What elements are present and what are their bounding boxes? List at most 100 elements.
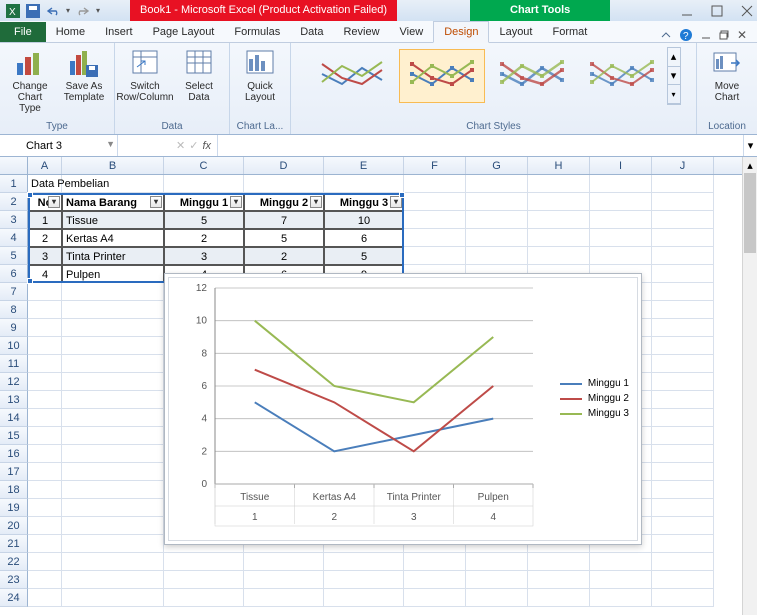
chart-style-1[interactable] [309, 49, 395, 103]
cell[interactable] [590, 589, 652, 607]
row-header[interactable]: 18 [0, 481, 28, 499]
cell[interactable] [404, 229, 466, 247]
cell[interactable]: 3 [164, 247, 244, 265]
tab-view[interactable]: View [390, 22, 434, 42]
cell[interactable] [466, 229, 528, 247]
cell[interactable] [404, 571, 466, 589]
cell[interactable]: 5 [244, 229, 324, 247]
chart-style-3[interactable] [489, 49, 575, 103]
cell[interactable] [652, 319, 714, 337]
cell[interactable]: 6 [324, 229, 404, 247]
col-G[interactable]: G [466, 157, 528, 174]
row-header[interactable]: 24 [0, 589, 28, 607]
cell[interactable] [28, 319, 62, 337]
cell[interactable] [652, 301, 714, 319]
row-header[interactable]: 3 [0, 211, 28, 229]
scroll-thumb[interactable] [744, 173, 756, 253]
cell[interactable] [244, 589, 324, 607]
help-icon[interactable]: ? [679, 28, 693, 42]
quick-layout-button[interactable]: QuickLayout [236, 47, 284, 103]
cell[interactable] [62, 409, 164, 427]
cell[interactable]: Minggu 3 [324, 193, 404, 211]
cell[interactable] [652, 373, 714, 391]
embedded-chart[interactable]: 024681012Tissue1Kertas A42Tinta Printer3… [164, 273, 642, 545]
cell[interactable] [528, 553, 590, 571]
cell[interactable] [62, 283, 164, 301]
scroll-up-icon[interactable]: ▴ [743, 157, 757, 173]
tab-review[interactable]: Review [333, 22, 389, 42]
cell[interactable] [590, 229, 652, 247]
cell[interactable] [652, 553, 714, 571]
cell[interactable] [528, 175, 590, 193]
cell[interactable] [62, 355, 164, 373]
col-E[interactable]: E [324, 157, 404, 174]
cell[interactable] [62, 319, 164, 337]
col-B[interactable]: B [62, 157, 164, 174]
cell[interactable] [528, 571, 590, 589]
cell[interactable]: 2 [164, 229, 244, 247]
fx-icon[interactable]: fx [202, 140, 211, 152]
cell[interactable] [324, 175, 404, 193]
name-box-input[interactable] [4, 140, 84, 152]
cell[interactable] [652, 337, 714, 355]
cell[interactable] [652, 229, 714, 247]
col-F[interactable]: F [404, 157, 466, 174]
row-header[interactable]: 7 [0, 283, 28, 301]
cell[interactable] [164, 589, 244, 607]
cell[interactable]: 10 [324, 211, 404, 229]
row-header[interactable]: 19 [0, 499, 28, 517]
cell[interactable] [404, 211, 466, 229]
cell[interactable] [652, 355, 714, 373]
cell[interactable] [62, 553, 164, 571]
cell[interactable] [28, 517, 62, 535]
row-header[interactable]: 15 [0, 427, 28, 445]
row-header[interactable]: 10 [0, 337, 28, 355]
filter-dropdown-icon[interactable] [230, 196, 242, 208]
cell[interactable] [404, 193, 466, 211]
formula-input[interactable] [222, 138, 739, 153]
row-header[interactable]: 20 [0, 517, 28, 535]
tab-format[interactable]: Format [542, 22, 597, 42]
close-icon[interactable] [741, 5, 753, 17]
cell[interactable]: 2 [244, 247, 324, 265]
cell[interactable] [590, 175, 652, 193]
cell[interactable]: 7 [244, 211, 324, 229]
tab-layout[interactable]: Layout [489, 22, 542, 42]
cell[interactable] [652, 535, 714, 553]
styles-more-icon[interactable]: ▾ [668, 85, 680, 104]
cell[interactable] [244, 571, 324, 589]
cell[interactable] [652, 445, 714, 463]
cell[interactable] [28, 535, 62, 553]
cell[interactable] [244, 175, 324, 193]
vertical-scrollbar[interactable]: ▴ [742, 157, 757, 615]
filter-dropdown-icon[interactable] [48, 196, 60, 208]
row-header[interactable]: 13 [0, 391, 28, 409]
expand-formula-bar-icon[interactable]: ▾ [743, 135, 757, 156]
cell[interactable]: Pulpen [62, 265, 164, 283]
cell[interactable] [404, 175, 466, 193]
cell[interactable] [62, 337, 164, 355]
window-restore-icon[interactable] [719, 30, 729, 40]
change-chart-type-button[interactable]: ChangeChart Type [6, 47, 54, 114]
cell[interactable] [528, 589, 590, 607]
cell[interactable] [28, 301, 62, 319]
cell[interactable] [62, 427, 164, 445]
cell[interactable] [590, 553, 652, 571]
cell[interactable] [528, 229, 590, 247]
row-header[interactable]: 5 [0, 247, 28, 265]
name-box[interactable]: ▼ [0, 135, 118, 156]
cell[interactable] [652, 211, 714, 229]
cell[interactable] [28, 589, 62, 607]
col-J[interactable]: J [652, 157, 714, 174]
excel-icon[interactable]: X [6, 4, 20, 18]
cell[interactable] [652, 571, 714, 589]
cell[interactable] [164, 553, 244, 571]
row-header[interactable]: 4 [0, 229, 28, 247]
cell[interactable]: 4 [28, 265, 62, 283]
row-header[interactable]: 14 [0, 409, 28, 427]
col-C[interactable]: C [164, 157, 244, 174]
cell[interactable] [652, 283, 714, 301]
cell[interactable] [62, 499, 164, 517]
enter-formula-icon[interactable]: ✓ [189, 139, 198, 152]
row-header[interactable]: 16 [0, 445, 28, 463]
